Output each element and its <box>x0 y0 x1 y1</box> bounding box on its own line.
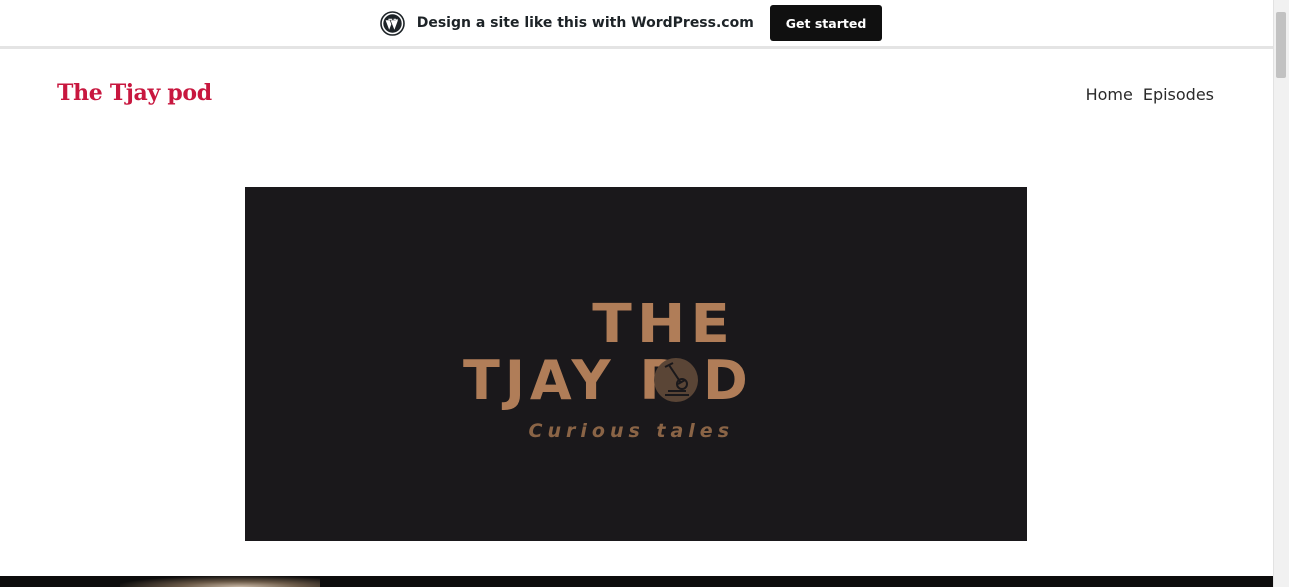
wordpress-logo-icon[interactable] <box>379 10 405 36</box>
hero-title-tjay-p: TJAY P <box>463 349 684 412</box>
hero-title-the: THE <box>592 293 735 355</box>
scrollbar-thumb[interactable] <box>1276 12 1286 78</box>
page: Design a site like this with WordPress.c… <box>0 0 1289 587</box>
hero-banner-image: THE TJAY P D Curious tales <box>245 187 1027 541</box>
promo-content: Design a site like this with WordPress.c… <box>379 5 883 41</box>
hero-tagline: Curious tales <box>529 420 734 442</box>
site-navigation: Home Episodes <box>1086 85 1214 104</box>
get-started-button[interactable]: Get started <box>769 5 883 41</box>
nav-item-episodes[interactable]: Episodes <box>1143 85 1214 104</box>
promo-text: Design a site like this with WordPress.c… <box>416 15 754 31</box>
wordpress-promo-bar: Design a site like this with WordPress.c… <box>0 0 1274 49</box>
site-title[interactable]: The Tjay pod <box>57 80 212 106</box>
scrollbar[interactable] <box>1273 0 1289 587</box>
hero-title-d: D <box>703 349 748 412</box>
next-section-preview <box>0 576 1274 587</box>
image-highlight <box>120 576 320 587</box>
microscope-icon <box>654 358 698 402</box>
nav-item-home[interactable]: Home <box>1086 85 1133 104</box>
